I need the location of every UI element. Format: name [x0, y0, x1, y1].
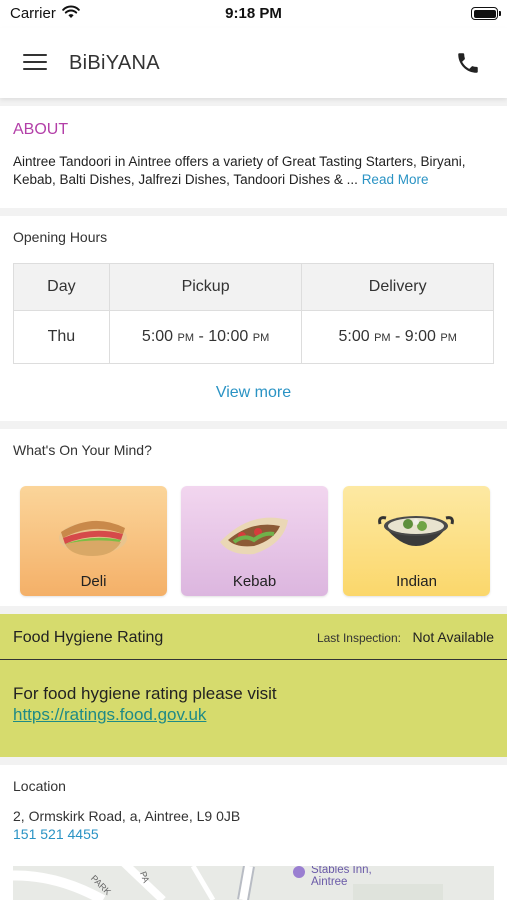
whats-on-your-mind-section: What's On Your Mind? Deli Kebab Indian — [0, 429, 507, 606]
map-poi-name-line1: Stables Inn, — [311, 866, 372, 876]
map-pin-icon — [293, 866, 305, 878]
food-hygiene-section: Food Hygiene Rating Last Inspection: Not… — [0, 614, 507, 757]
category-label-kebab: Kebab — [232, 573, 277, 590]
curry-bowl-icon — [378, 516, 454, 546]
opening-hours-section: Opening Hours Day Pickup Delivery Thu 5:… — [0, 216, 507, 421]
category-tiles: Deli Kebab Indian — [20, 486, 491, 596]
category-label-deli: Deli — [80, 573, 107, 590]
restaurant-title: BiBiYANA — [69, 52, 160, 74]
about-heading: ABOUT — [13, 121, 69, 138]
map-poi-label: Stables Inn, Aintree — [311, 866, 372, 888]
food-hygiene-title: Food Hygiene Rating — [13, 629, 164, 646]
hours-row: Thu 5:00 PM - 10:00 PM 5:00 PM - 9:00 PM — [13, 310, 494, 364]
location-section: Location 2, Ormskirk Road, a, Aintree, L… — [0, 765, 507, 900]
map-roads — [13, 866, 494, 900]
delivery-open-suffix: PM — [374, 332, 391, 344]
column-header-delivery: Delivery — [301, 263, 494, 311]
view-more-link[interactable]: View more — [0, 384, 507, 402]
whats-on-your-mind-label: What's On Your Mind? — [13, 442, 152, 458]
pickup-open-suffix: PM — [177, 332, 195, 344]
category-label-indian: Indian — [396, 573, 437, 590]
category-tile-deli[interactable]: Deli — [20, 486, 167, 596]
app-header: BiBiYANA — [0, 28, 507, 98]
hours-header-row: Day Pickup Delivery — [13, 263, 494, 311]
battery-icon — [471, 7, 501, 20]
hamburger-menu-icon[interactable] — [23, 53, 47, 72]
map-poi-name-line2: Aintree — [311, 876, 348, 888]
about-description: Aintree Tandoori in Aintree offers a var… — [13, 153, 497, 189]
location-label: Location — [13, 778, 66, 794]
about-section: ABOUT Aintree Tandoori in Aintree offers… — [0, 106, 507, 208]
status-bar: Carrier 9:18 PM — [0, 0, 507, 28]
last-inspection-label: Last Inspection: — [316, 631, 401, 645]
pickup-hours-cell: 5:00 PM - 10:00 PM — [108, 310, 303, 364]
hours-day-cell: Thu — [13, 310, 110, 364]
location-map[interactable]: PARK PA Stables Inn, Aintree — [13, 866, 494, 900]
opening-hours-label: Opening Hours — [13, 229, 108, 245]
last-inspection-value: Not Available — [412, 629, 494, 645]
restaurant-phone-link[interactable]: 151 521 4455 — [13, 826, 99, 842]
delivery-open-time: 5:00 — [338, 328, 370, 345]
food-hygiene-link[interactable]: https://ratings.food.gov.uk — [13, 705, 206, 725]
phone-icon[interactable] — [455, 50, 481, 76]
status-time: 9:18 PM — [225, 5, 282, 22]
delivery-close-suffix: PM — [440, 332, 457, 344]
food-hygiene-text: For food hygiene rating please visit — [13, 684, 277, 703]
column-header-pickup: Pickup — [108, 263, 303, 311]
kebab-wrap-icon — [220, 517, 288, 555]
opening-hours-table: Day Pickup Delivery Thu 5:00 PM - 10:00 … — [13, 263, 494, 364]
delivery-close-time: 9:00 — [404, 328, 436, 345]
pickup-close-suffix: PM — [252, 332, 270, 344]
food-hygiene-header: Food Hygiene Rating Last Inspection: Not… — [0, 614, 507, 660]
pickup-close-time: 10:00 — [208, 328, 249, 345]
read-more-link[interactable]: Read More — [362, 172, 429, 187]
sandwich-icon — [59, 520, 127, 556]
category-tile-kebab[interactable]: Kebab — [181, 486, 328, 596]
delivery-hours-cell: 5:00 PM - 9:00 PM — [301, 310, 494, 364]
column-header-day: Day — [13, 263, 110, 311]
restaurant-address: 2, Ormskirk Road, a, Aintree, L9 0JB — [13, 808, 241, 824]
category-tile-indian[interactable]: Indian — [343, 486, 490, 596]
pickup-open-time: 5:00 — [141, 328, 174, 345]
